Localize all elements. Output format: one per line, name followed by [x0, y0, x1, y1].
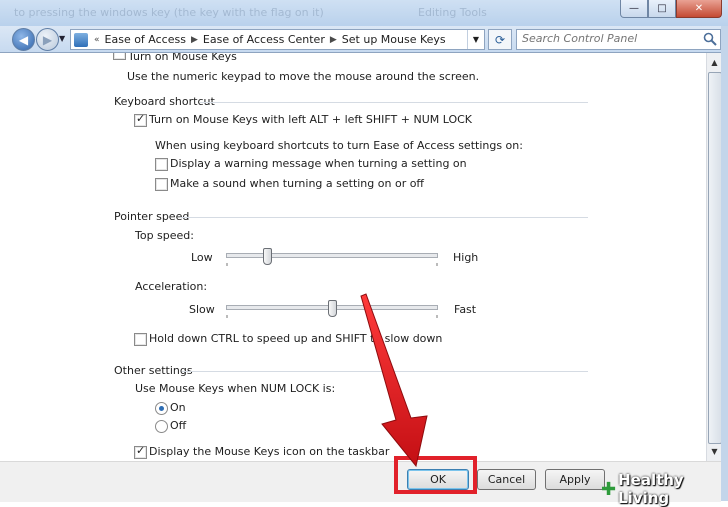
acceleration-slider-thumb[interactable] — [328, 300, 337, 317]
turn-on-mouse-keys-label: Turn on Mouse Keys — [128, 53, 237, 63]
breadcrumb-overflow-icon[interactable]: « — [92, 35, 102, 45]
content-pane: Turn on Mouse Keys Use the numeric keypa… — [0, 53, 706, 461]
make-sound-label: Make a sound when turning a setting on o… — [170, 177, 425, 190]
plus-icon: ✚ — [601, 478, 617, 500]
forward-arrow-icon: ▶ — [42, 32, 53, 47]
title-bar: to pressing the windows key (the key wit… — [0, 0, 728, 26]
top-speed-slider[interactable] — [226, 248, 438, 270]
maximize-icon[interactable]: □ — [648, 0, 676, 18]
cancel-button[interactable]: Cancel — [477, 469, 536, 490]
slider-ticks — [226, 263, 438, 266]
search-box[interactable] — [516, 29, 721, 50]
acceleration-slow-label: Slow — [189, 303, 215, 316]
close-icon[interactable]: ✕ — [676, 0, 722, 18]
num-lock-on-radio[interactable] — [155, 402, 168, 415]
scrollbar-thumb[interactable] — [708, 72, 722, 444]
breadcrumb-ease-of-access[interactable]: Ease of Access — [102, 33, 189, 46]
top-speed-high-label: High — [453, 251, 479, 264]
refresh-button[interactable]: ⟳ — [488, 29, 512, 50]
address-bar[interactable]: « Ease of Access ▶ Ease of Access Center… — [70, 29, 485, 50]
taskbar-icon-checkbox[interactable] — [134, 444, 147, 459]
breadcrumb-separator-icon[interactable]: ▶ — [189, 35, 200, 45]
top-speed-slider-thumb[interactable] — [263, 248, 272, 265]
section-divider — [200, 102, 588, 103]
forward-button[interactable]: ▶ — [36, 28, 59, 51]
address-dropdown-icon[interactable]: ▼ — [467, 30, 484, 49]
num-lock-off-label: Off — [170, 419, 187, 432]
watermark-logo: ✚ Healthy Living — [601, 471, 728, 507]
search-icon[interactable] — [703, 32, 717, 46]
ok-highlight-box — [394, 456, 477, 494]
shortcut-settings-intro: When using keyboard shortcuts to turn Ea… — [155, 139, 523, 152]
num-lock-on-label: On — [170, 401, 186, 414]
breadcrumb-separator-icon[interactable]: ▶ — [328, 35, 339, 45]
top-speed-low-label: Low — [191, 251, 213, 264]
warning-message-checkbox[interactable] — [155, 158, 168, 171]
vertical-scrollbar[interactable]: ▲ ▼ — [706, 53, 722, 461]
acceleration-fast-label: Fast — [454, 303, 477, 316]
background-window-title-right: Editing Tools — [418, 6, 487, 19]
section-divider — [182, 371, 588, 372]
pointer-speed-heading: Pointer speed — [114, 210, 190, 223]
mouse-keys-description: Use the numeric keypad to move the mouse… — [127, 70, 480, 83]
keyboard-shortcut-checkbox[interactable] — [134, 112, 147, 127]
slider-track — [226, 253, 438, 258]
top-speed-label: Top speed: — [135, 229, 194, 242]
warning-message-label: Display a warning message when turning a… — [170, 157, 467, 170]
navigation-bar: ◀ ▶ ▼ « Ease of Access ▶ Ease of Access … — [0, 26, 728, 53]
turn-on-mouse-keys-checkbox[interactable] — [113, 53, 126, 60]
background-window-title: to pressing the windows key (the key wit… — [14, 6, 324, 19]
apply-button[interactable]: Apply — [545, 469, 605, 490]
refresh-icon: ⟳ — [494, 32, 506, 47]
section-divider — [180, 217, 588, 218]
window-frame — [721, 26, 728, 501]
scroll-up-icon[interactable]: ▲ — [707, 55, 722, 70]
num-lock-label: Use Mouse Keys when NUM LOCK is: — [135, 382, 336, 395]
ctrl-shift-label: Hold down CTRL to speed up and SHIFT to … — [149, 332, 443, 345]
ctrl-shift-checkbox[interactable] — [134, 333, 147, 346]
scroll-down-icon[interactable]: ▼ — [707, 444, 722, 459]
acceleration-label: Acceleration: — [135, 280, 208, 293]
watermark-text: Healthy Living — [618, 471, 684, 507]
num-lock-off-radio[interactable] — [155, 420, 168, 433]
keyboard-shortcut-label: Turn on Mouse Keys with left ALT + left … — [149, 113, 473, 126]
control-panel-icon — [74, 32, 88, 47]
acceleration-slider[interactable] — [226, 300, 438, 322]
minimize-icon[interactable]: — — [620, 0, 648, 18]
other-settings-heading: Other settings — [114, 364, 193, 377]
search-input[interactable] — [517, 30, 700, 47]
back-arrow-icon: ◀ — [18, 32, 29, 47]
taskbar-icon-label: Display the Mouse Keys icon on the taskb… — [149, 445, 390, 458]
breadcrumb-ease-of-access-center[interactable]: Ease of Access Center — [200, 33, 328, 46]
caption-buttons: — □ ✕ — [620, 0, 722, 18]
make-sound-checkbox[interactable] — [155, 178, 168, 191]
recent-pages-dropdown-icon[interactable]: ▼ — [59, 34, 65, 43]
back-button[interactable]: ◀ — [12, 28, 35, 51]
breadcrumb-set-up-mouse-keys[interactable]: Set up Mouse Keys — [339, 33, 449, 46]
